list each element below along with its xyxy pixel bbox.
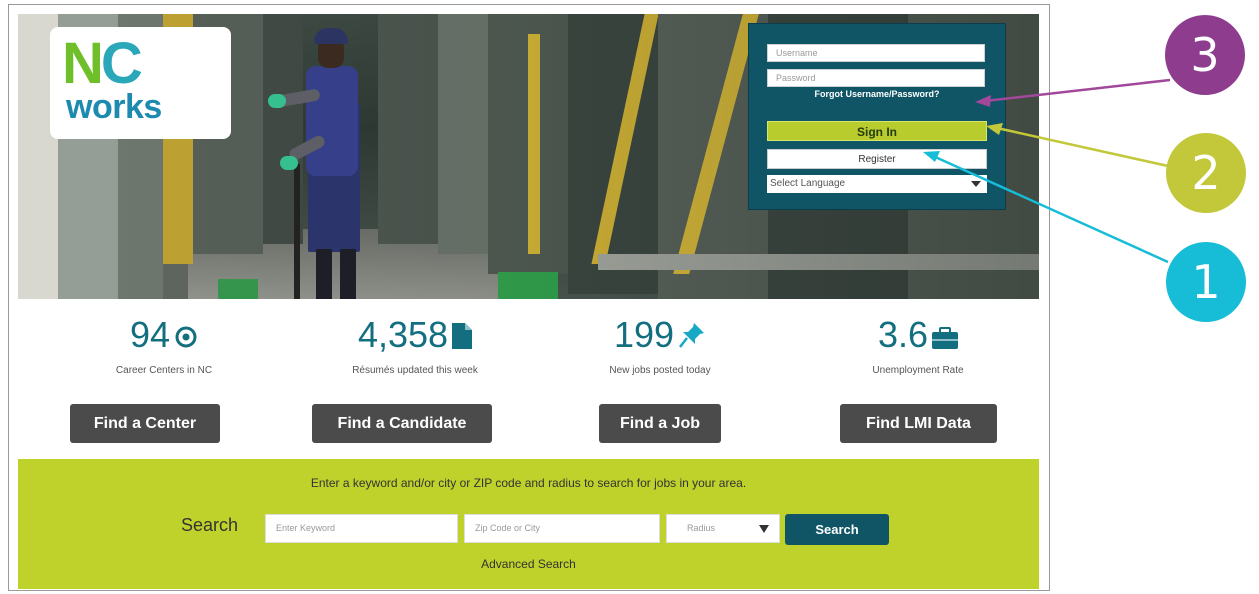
callout-1: 1 <box>1166 242 1246 322</box>
callout-3: 3 <box>1165 15 1245 95</box>
arrow-to-sign-in <box>986 123 1169 168</box>
annotation-arrows <box>923 78 1171 264</box>
arrow-to-forgot-link <box>975 78 1171 107</box>
arrow-to-register <box>923 151 1169 264</box>
callout-2: 2 <box>1166 133 1246 213</box>
